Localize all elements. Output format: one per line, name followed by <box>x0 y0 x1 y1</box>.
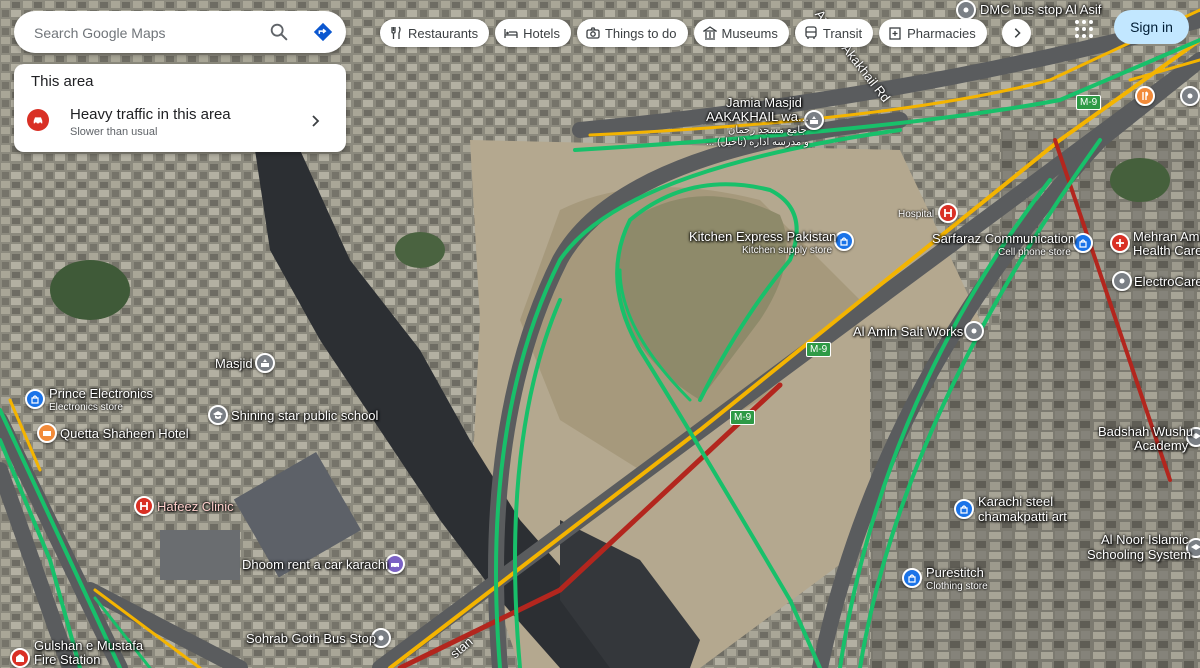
place-label-karachi-steel[interactable]: chamakpatti art <box>978 510 1067 524</box>
place-label-dhoom[interactable]: Dhoom rent a car karachi <box>242 558 388 572</box>
chevron-right-icon <box>312 115 320 127</box>
highway-shield: M-9 <box>1076 95 1102 110</box>
chip-label: Hotels <box>523 25 560 41</box>
traffic-title: Heavy traffic in this area <box>70 106 231 123</box>
car-rental-pin-icon[interactable] <box>385 554 405 574</box>
camera-icon <box>586 27 600 39</box>
traffic-subtitle: Slower than usual <box>70 126 158 138</box>
place-label-purestitch[interactable]: Purestitch <box>926 566 984 580</box>
place-label-karachi-steel[interactable]: Karachi steel <box>978 495 1053 509</box>
hotel-pin-icon[interactable] <box>1135 86 1155 106</box>
chip-label: Things to do <box>604 25 677 41</box>
place-label-gulshan[interactable]: Fire Station <box>34 653 100 667</box>
place-label-hospital[interactable]: Hospital <box>898 209 934 220</box>
shop-pin-icon[interactable] <box>1073 233 1093 253</box>
place-label-sohrab[interactable]: Sohrab Goth Bus Stop <box>246 632 376 646</box>
place-label-masjid[interactable]: Masjid <box>215 357 253 371</box>
shop-pin-icon[interactable] <box>954 499 974 519</box>
hospital-pin-icon[interactable] <box>134 496 154 516</box>
directions-icon[interactable] <box>312 21 334 43</box>
place-label-prince[interactable]: Prince Electronics <box>49 387 153 401</box>
place-label-sarfaraz: Cell phone store <box>998 247 1071 258</box>
sign-in-button[interactable]: Sign in <box>1114 10 1189 44</box>
place-label-gulshan[interactable]: Gulshan e Mustafa <box>34 639 143 653</box>
place-label-jamia[interactable]: AAKAKHAIL wa... <box>706 110 809 124</box>
shop-pin-icon[interactable] <box>834 231 854 251</box>
mosque-pin-icon[interactable] <box>255 353 275 373</box>
fork-knife-icon <box>391 26 401 39</box>
place-label-mehran[interactable]: Health Care <box>1133 244 1200 258</box>
place-label-electrocare[interactable]: ElectroCare <box>1134 275 1200 289</box>
place-label-quetta[interactable]: Quetta Shaheen Hotel <box>60 427 189 441</box>
highway-shield: M-9 <box>730 410 756 425</box>
this-area-panel: This area Heavy traffic in this area Slo… <box>14 64 346 152</box>
bed-icon <box>504 29 518 38</box>
chip-transit[interactable]: Transit <box>794 19 874 47</box>
place-pin-icon[interactable] <box>1112 271 1132 291</box>
place-label-kitchen: Kitchen supply store <box>742 245 833 256</box>
panel-title: This area <box>31 73 94 90</box>
place-label-mehran[interactable]: Mehran Amin <box>1133 230 1200 244</box>
hotel-pin-icon[interactable] <box>37 423 57 443</box>
hospital-pin-icon[interactable] <box>1110 233 1130 253</box>
place-label-jamia: ... (ناخیل) و مدرسه اداره <box>706 137 809 148</box>
school-pin-icon[interactable] <box>208 405 228 425</box>
apps-grid-icon[interactable] <box>1075 20 1093 38</box>
chip-label: Pharmacies <box>907 25 976 41</box>
chip-label: Restaurants <box>408 25 479 41</box>
place-label-hafeez[interactable]: Hafeez Clinic <box>157 500 234 514</box>
place-label-sarfaraz[interactable]: Sarfaraz Communication <box>932 232 1075 246</box>
category-chips: Restaurants Hotels Things to do Museums … <box>380 19 987 47</box>
place-label-alamin[interactable]: Al Amin Salt Works <box>853 325 963 339</box>
place-label-alnoor[interactable]: Al Noor Islamic <box>1101 533 1188 547</box>
place-pin-icon[interactable] <box>964 321 984 341</box>
fire-station-pin-icon[interactable] <box>10 648 30 668</box>
search-input[interactable] <box>32 11 266 55</box>
place-label-prince: Electronics store <box>49 402 123 413</box>
chip-things-to-do[interactable]: Things to do <box>576 19 688 47</box>
place-label-jamia[interactable]: Jamia Masjid <box>726 96 802 110</box>
chip-label: Museums <box>721 25 778 41</box>
shop-pin-icon[interactable] <box>25 389 45 409</box>
pharmacy-icon <box>889 27 901 40</box>
chips-next-button[interactable] <box>1002 19 1031 47</box>
place-label-badshah[interactable]: Badshah Wushu <box>1098 425 1193 439</box>
chip-restaurants[interactable]: Restaurants <box>380 19 490 47</box>
search-box <box>14 11 346 55</box>
highway-shield: M-9 <box>806 342 832 357</box>
museum-icon <box>702 26 717 40</box>
hospital-pin-icon[interactable] <box>938 203 958 223</box>
shop-pin-icon[interactable] <box>902 568 922 588</box>
place-label-shining[interactable]: Shining star public school <box>231 409 378 423</box>
place-label-kitchen[interactable]: Kitchen Express Pakistan <box>689 230 836 244</box>
chip-label: Transit <box>822 25 863 41</box>
place-label-dmc[interactable]: DMC bus stop Al Asif <box>980 3 1101 17</box>
place-label-jamia: جامع مسجد رحمان <box>728 125 807 136</box>
place-label-alnoor[interactable]: Schooling System <box>1087 548 1191 562</box>
search-icon[interactable] <box>268 21 290 43</box>
transit-pin-icon[interactable] <box>1180 86 1200 106</box>
place-label-badshah[interactable]: Academy <box>1134 439 1188 453</box>
chip-museums[interactable]: Museums <box>693 19 789 47</box>
bus-icon <box>805 26 817 39</box>
place-label-purestitch: Clothing store <box>926 581 988 592</box>
chevron-right-icon <box>1014 28 1021 38</box>
chip-pharmacies[interactable]: Pharmacies <box>879 19 987 47</box>
traffic-car-icon <box>27 109 49 131</box>
traffic-row[interactable]: Heavy traffic in this area Slower than u… <box>14 100 346 152</box>
chip-hotels[interactable]: Hotels <box>495 19 571 47</box>
transit-pin-icon[interactable] <box>956 0 976 20</box>
